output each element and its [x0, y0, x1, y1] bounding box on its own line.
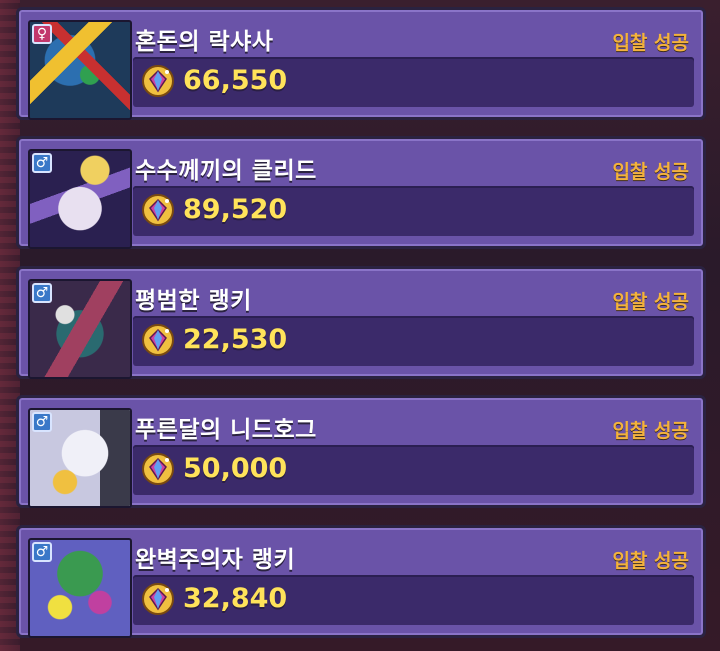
auction-card[interactable]: ♂ 평범한 랭키 입찰 성공 22,530 [16, 266, 706, 379]
auction-card[interactable]: ♂ 완벽주의자 랭키 입찰 성공 32,840 [16, 525, 706, 638]
bid-status: 입찰 성공 [612, 291, 689, 313]
male-gender-icon: ♂ [32, 542, 52, 562]
price-box: 66,550 [133, 57, 694, 107]
bid-price: 32,840 [183, 583, 288, 614]
male-gender-icon: ♂ [32, 153, 52, 173]
female-gender-icon: ♀ [32, 24, 52, 44]
monster-name: 혼돈의 락샤사 [135, 29, 274, 55]
gem-coin-icon [142, 194, 174, 226]
monster-portrait: ♀ [28, 20, 132, 120]
bid-price: 89,520 [183, 194, 288, 225]
price-box: 89,520 [133, 186, 694, 236]
male-gender-icon: ♂ [32, 412, 52, 432]
price-box: 22,530 [133, 316, 694, 366]
gem-coin-icon [142, 324, 174, 356]
bid-status: 입찰 성공 [612, 420, 689, 442]
auction-card[interactable]: ♂ 수수께끼의 클리드 입찰 성공 89,520 [16, 136, 706, 249]
monster-name: 수수께끼의 클리드 [135, 158, 317, 184]
bid-price: 66,550 [183, 65, 288, 96]
monster-name: 완벽주의자 랭키 [135, 547, 296, 573]
monster-portrait: ♂ [28, 538, 132, 638]
monster-portrait: ♂ [28, 149, 132, 249]
monster-name: 푸른달의 니드호그 [135, 417, 317, 443]
gem-coin-icon [142, 65, 174, 97]
bid-status: 입찰 성공 [612, 161, 689, 183]
bid-status: 입찰 성공 [612, 32, 689, 54]
monster-name: 평범한 랭키 [135, 288, 252, 314]
auction-card[interactable]: ♀ 혼돈의 락샤사 입찰 성공 66,550 [16, 7, 706, 120]
gem-coin-icon [142, 453, 174, 485]
gem-coin-icon [142, 583, 174, 615]
bid-price: 22,530 [183, 324, 288, 355]
price-box: 50,000 [133, 445, 694, 495]
monster-portrait: ♂ [28, 279, 132, 379]
auction-card[interactable]: ♂ 푸른달의 니드호그 입찰 성공 50,000 [16, 395, 706, 508]
bid-price: 50,000 [183, 453, 288, 484]
male-gender-icon: ♂ [32, 283, 52, 303]
bid-status: 입찰 성공 [612, 550, 689, 572]
price-box: 32,840 [133, 575, 694, 625]
monster-portrait: ♂ [28, 408, 132, 508]
